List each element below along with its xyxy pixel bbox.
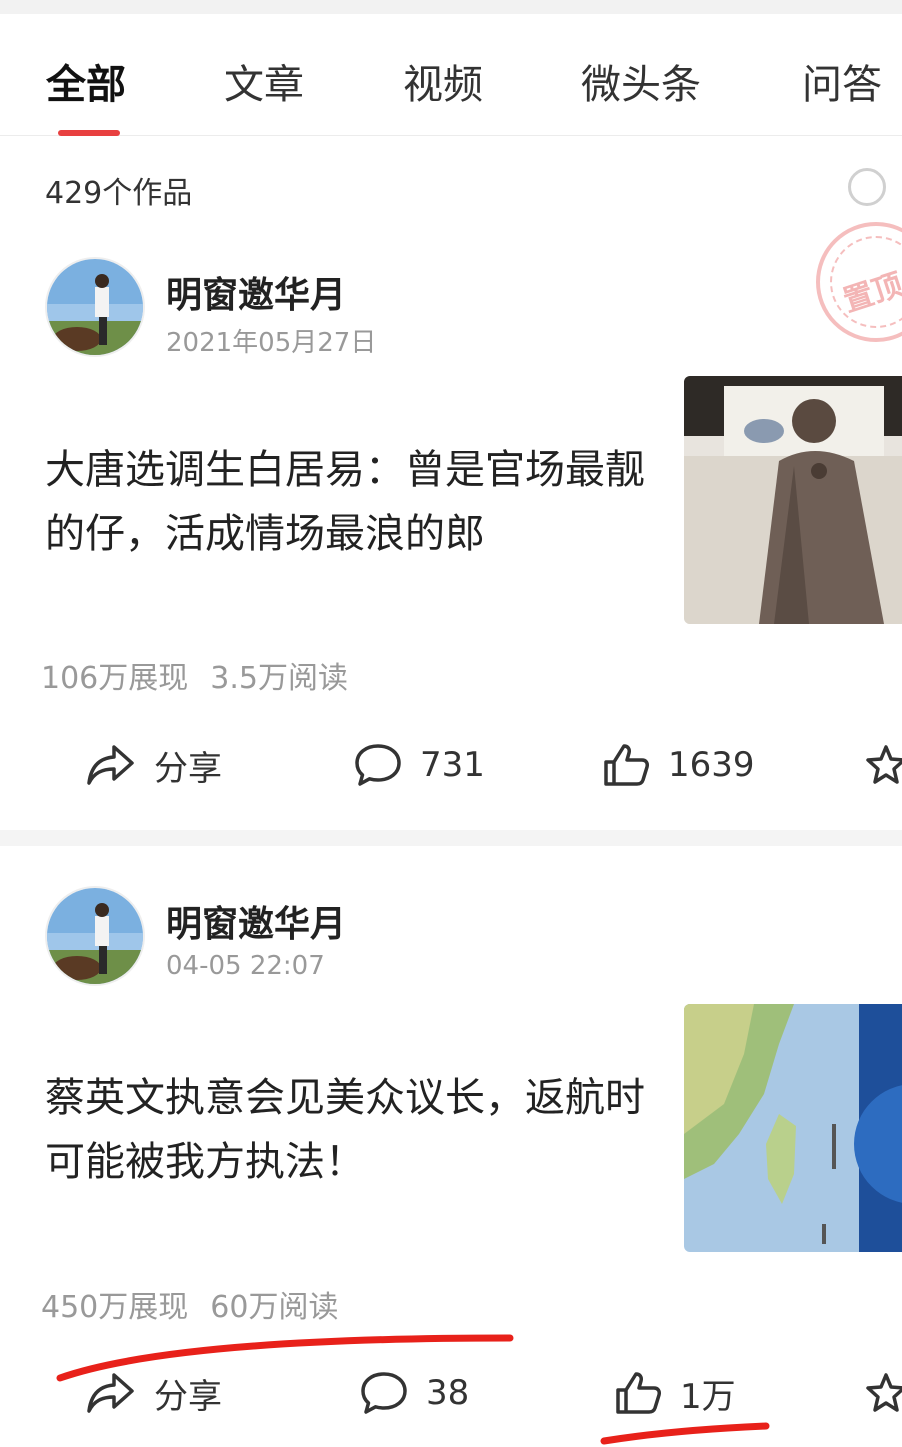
speech-bubble-icon — [355, 744, 401, 786]
post-date: 2021年05月27日 — [166, 328, 377, 358]
impressions-count: 106万展现 — [41, 661, 189, 696]
avatar[interactable] — [45, 886, 145, 986]
post-title[interactable]: 大唐选调生白居易：曾是官场最靓的仔，活成情场最浪的郎 — [45, 438, 655, 566]
tab-all[interactable]: 全部 — [46, 52, 126, 110]
tab-micro-posts[interactable]: 微头条 — [581, 52, 701, 110]
post-thumbnail[interactable] — [684, 1004, 902, 1252]
active-tab-indicator — [58, 130, 120, 136]
card-divider — [0, 830, 902, 846]
share-label: 分享 — [154, 748, 222, 789]
top-band — [0, 0, 902, 14]
thumbs-up-icon — [604, 744, 649, 786]
tab-bar: 全部 文章 视频 微头条 问答 — [0, 14, 902, 136]
tab-qa[interactable]: 问答 — [802, 52, 882, 110]
comment-button[interactable]: 731 — [354, 740, 485, 790]
post-thumbnail[interactable] — [684, 376, 902, 624]
post-date: 04-05 22:07 — [166, 951, 325, 981]
tab-videos[interactable]: 视频 — [403, 52, 483, 110]
tab-articles[interactable]: 文章 — [224, 52, 304, 110]
comment-count: 731 — [420, 745, 485, 785]
share-button[interactable]: 分享 — [86, 740, 222, 790]
favorite-button[interactable] — [864, 740, 902, 790]
pinned-stamp: 置顶 — [816, 222, 902, 342]
post-title[interactable]: 蔡英文执意会见美众议长，返航时可能被我方执法！ — [45, 1066, 655, 1194]
share-arrow-icon — [87, 745, 134, 785]
avatar[interactable] — [45, 257, 145, 357]
works-count: 429个作品 — [45, 176, 193, 211]
star-icon — [866, 745, 902, 784]
author-name[interactable]: 明窗邀华月 — [166, 266, 346, 318]
like-button[interactable]: 1639 — [602, 740, 755, 790]
post-stats: 106万展现 3.5万阅读 — [41, 653, 370, 697]
like-count: 1639 — [668, 745, 755, 785]
red-underline-annotation — [56, 1334, 770, 1445]
author-name[interactable]: 明窗邀华月 — [166, 895, 346, 947]
select-circle[interactable] — [848, 168, 886, 206]
reads-count: 3.5万阅读 — [210, 661, 348, 696]
